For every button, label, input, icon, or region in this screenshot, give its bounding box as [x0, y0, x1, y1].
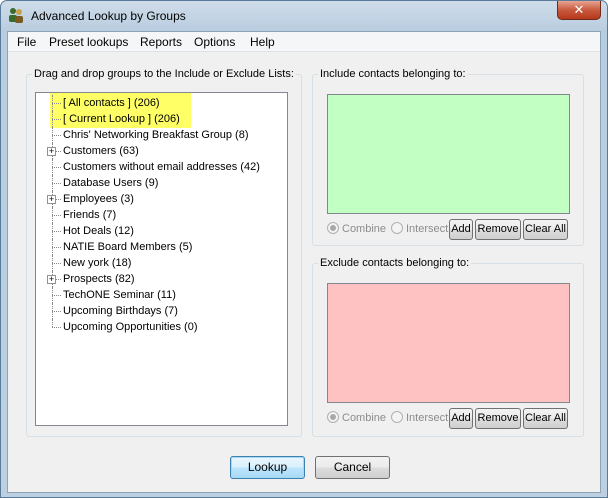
tree-line: [52, 327, 61, 328]
exclude-combine-label: Combine: [342, 412, 387, 424]
tree-item[interactable]: New york (18): [36, 255, 286, 271]
tree-item[interactable]: + Prospects (82): [36, 271, 286, 287]
exclude-add-button[interactable]: Add: [449, 408, 473, 429]
tree-item[interactable]: + Employees (3): [36, 191, 286, 207]
tree-line: [52, 319, 53, 327]
tree-item-label: Customers without email addresses (42): [63, 161, 260, 173]
include-clear-all-button[interactable]: Clear All: [523, 219, 568, 240]
expand-plus-icon[interactable]: +: [47, 147, 56, 156]
menu-reports[interactable]: Reports: [139, 34, 183, 50]
include-label: Include contacts belonging to:: [318, 68, 468, 80]
include-remove-button[interactable]: Remove: [475, 219, 521, 240]
menu-file[interactable]: File: [16, 34, 37, 50]
tree-item-label: [ Current Lookup ] (206): [63, 113, 180, 125]
menu-bar: File Preset lookups Reports Options Help: [8, 32, 600, 52]
radio-circle: [327, 222, 339, 234]
close-button[interactable]: ✕: [557, 1, 601, 20]
tree-item-label: [ All contacts ] (206): [63, 97, 160, 109]
tree-line: [52, 263, 61, 264]
radio-circle: [327, 411, 339, 423]
tree-item-label: Chris' Networking Breakfast Group (8): [63, 129, 249, 141]
tree-line: [52, 295, 61, 296]
tree-item[interactable]: TechONE Seminar (11): [36, 287, 286, 303]
include-add-button[interactable]: Add: [449, 219, 473, 240]
tree-line: [52, 119, 61, 120]
exclude-label: Exclude contacts belonging to:: [318, 257, 472, 269]
include-drop-area[interactable]: [327, 94, 570, 214]
tree-line: [52, 215, 61, 216]
tree-item[interactable]: Upcoming Birthdays (7): [36, 303, 286, 319]
tree-item-label: Employees (3): [63, 193, 134, 205]
tree-line: [52, 103, 61, 104]
title-bar[interactable]: Advanced Lookup by Groups ✕: [1, 1, 607, 31]
tree-item[interactable]: Hot Deals (12): [36, 223, 286, 239]
dialog-window: Advanced Lookup by Groups ✕ File Preset …: [0, 0, 608, 498]
tree-item[interactable]: [ Current Lookup ] (206): [36, 111, 286, 127]
tree-item[interactable]: + Customers (63): [36, 143, 286, 159]
include-intersect-radio[interactable]: Intersect: [391, 221, 448, 237]
tree-item[interactable]: Friends (7): [36, 207, 286, 223]
exclude-drop-area[interactable]: [327, 283, 570, 403]
tree-item-label: Friends (7): [63, 209, 117, 221]
window-title: Advanced Lookup by Groups: [31, 9, 186, 23]
tree-line: [52, 247, 61, 248]
tree-item-label: Upcoming Birthdays (7): [63, 305, 178, 317]
menu-help[interactable]: Help: [249, 34, 276, 50]
menu-preset-lookups[interactable]: Preset lookups: [48, 34, 129, 50]
exclude-intersect-radio[interactable]: Intersect: [391, 410, 448, 426]
expand-plus-icon[interactable]: +: [47, 275, 56, 284]
groups-tree[interactable]: [ All contacts ] (206) [ Current Lookup ]…: [35, 92, 288, 426]
tree-item-label: TechONE Seminar (11): [63, 289, 176, 301]
tree-item-label: Prospects (82): [63, 273, 135, 285]
tree-item[interactable]: Chris' Networking Breakfast Group (8): [36, 127, 286, 143]
people-icon: [9, 8, 23, 23]
expand-plus-icon[interactable]: +: [47, 195, 56, 204]
tree-line: [52, 183, 61, 184]
groups-label: Drag and drop groups to the Include or E…: [32, 68, 296, 80]
exclude-clear-all-button[interactable]: Clear All: [523, 408, 568, 429]
tree-line: [52, 311, 61, 312]
tree-item[interactable]: Upcoming Opportunities (0): [36, 319, 286, 335]
include-intersect-label: Intersect: [406, 223, 449, 235]
include-combine-radio[interactable]: Combine: [327, 221, 386, 237]
exclude-remove-button[interactable]: Remove: [475, 408, 521, 429]
cancel-button[interactable]: Cancel: [315, 456, 390, 479]
tree-item[interactable]: NATIE Board Members (5): [36, 239, 286, 255]
tree-item[interactable]: [ All contacts ] (206): [36, 95, 286, 111]
include-combine-label: Combine: [342, 223, 387, 235]
tree-line: [52, 135, 61, 136]
tree-line: [52, 167, 61, 168]
tree-item-label: Upcoming Opportunities (0): [63, 321, 198, 333]
tree-item-label: New york (18): [63, 257, 132, 269]
exclude-combine-radio[interactable]: Combine: [327, 410, 386, 426]
radio-circle: [391, 222, 403, 234]
menu-options[interactable]: Options: [193, 34, 236, 50]
tree-item-label: NATIE Board Members (5): [63, 241, 193, 253]
tree-item[interactable]: Database Users (9): [36, 175, 286, 191]
tree-item-label: Database Users (9): [63, 177, 159, 189]
tree-line: [52, 231, 61, 232]
tree-item-label: Hot Deals (12): [63, 225, 134, 237]
tree-item-label: Customers (63): [63, 145, 139, 157]
radio-circle: [391, 411, 403, 423]
lookup-button[interactable]: Lookup: [230, 456, 305, 479]
tree-item[interactable]: Customers without email addresses (42): [36, 159, 286, 175]
exclude-intersect-label: Intersect: [406, 412, 449, 424]
